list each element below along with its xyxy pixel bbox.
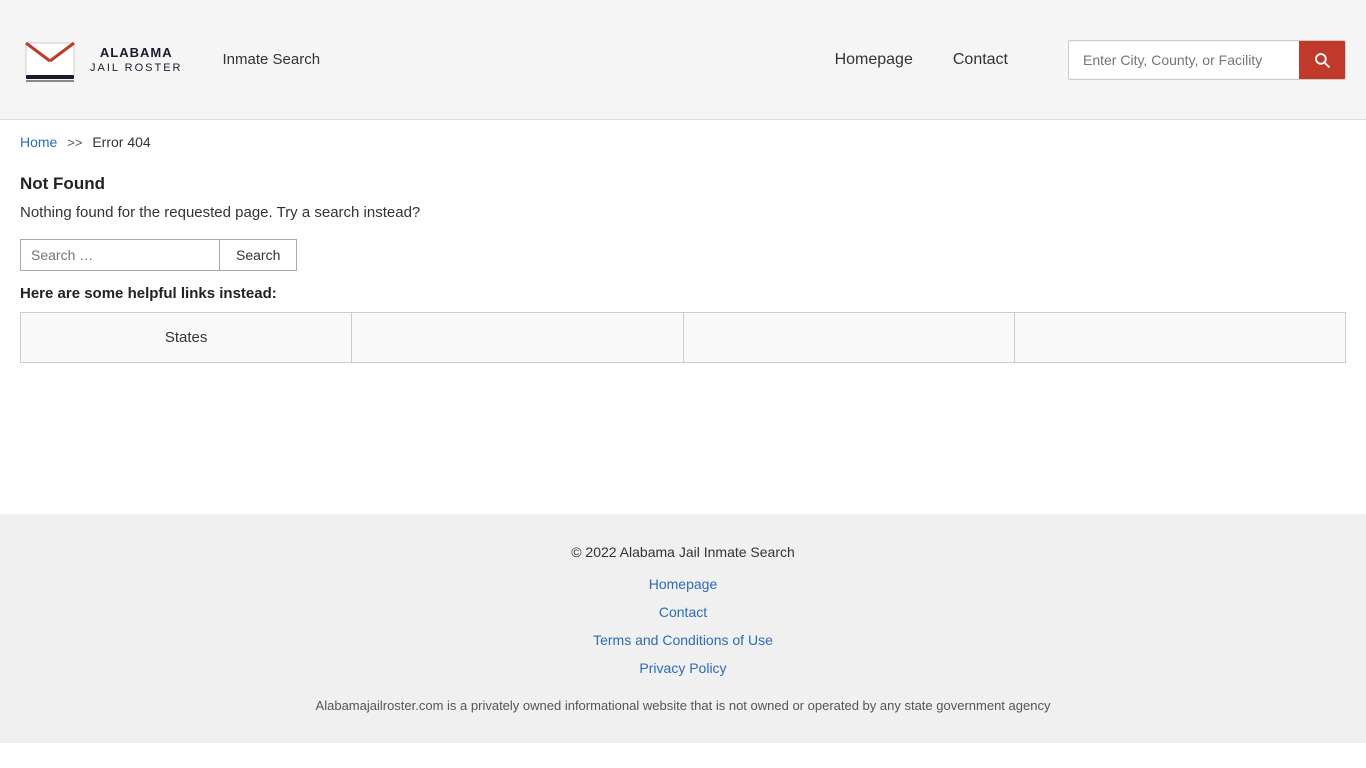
footer-terms[interactable]: Terms and Conditions of Use	[20, 626, 1346, 654]
site-name: ALABAMA	[90, 45, 183, 62]
header-search-input[interactable]	[1069, 42, 1299, 78]
logo-text: ALABAMA JAIL ROSTER	[90, 45, 183, 74]
footer-contact[interactable]: Contact	[20, 598, 1346, 626]
breadcrumb-current: Error 404	[92, 134, 150, 150]
links-table-row: States	[21, 313, 1346, 363]
main-content: Not Found Nothing found for the requeste…	[0, 164, 1366, 514]
page-search-button[interactable]: Search	[220, 239, 297, 271]
links-table-cell-states: States	[21, 313, 352, 363]
footer-homepage[interactable]: Homepage	[20, 570, 1346, 598]
page-search-form: Search	[20, 239, 1346, 271]
footer-disclaimer: Alabamajailroster.com is a privately own…	[20, 698, 1346, 713]
site-sub: JAIL ROSTER	[90, 62, 183, 74]
main-nav: Homepage Contact	[835, 40, 1346, 80]
logo-icon	[24, 31, 76, 89]
nav-homepage[interactable]: Homepage	[835, 51, 913, 69]
links-table-cell-2	[352, 313, 683, 363]
helpful-links-label: Here are some helpful links instead:	[20, 285, 1346, 302]
breadcrumb-home[interactable]: Home	[20, 134, 57, 150]
search-icon	[1313, 51, 1331, 69]
footer-copyright: © 2022 Alabama Jail Inmate Search	[20, 544, 1346, 560]
header-search-bar	[1068, 40, 1346, 80]
logo-image	[20, 15, 80, 105]
not-found-desc: Nothing found for the requested page. Tr…	[20, 204, 1346, 221]
links-table-cell-3	[683, 313, 1014, 363]
not-found-title: Not Found	[20, 174, 1346, 194]
page-search-input[interactable]	[20, 239, 220, 271]
footer-privacy[interactable]: Privacy Policy	[20, 654, 1346, 682]
site-header: ALABAMA JAIL ROSTER Inmate Search Homepa…	[0, 0, 1366, 120]
site-logo[interactable]: ALABAMA JAIL ROSTER	[20, 15, 183, 105]
nav-contact[interactable]: Contact	[953, 51, 1008, 69]
header-search-button[interactable]	[1299, 41, 1345, 79]
site-footer: © 2022 Alabama Jail Inmate Search Homepa…	[0, 514, 1366, 743]
links-table-cell-4	[1014, 313, 1345, 363]
breadcrumb-separator: >>	[67, 135, 82, 150]
link-states[interactable]: States	[165, 329, 208, 346]
nav-inmate-search[interactable]: Inmate Search	[223, 51, 321, 68]
links-table: States	[20, 312, 1346, 363]
breadcrumb: Home >> Error 404	[0, 120, 1366, 164]
